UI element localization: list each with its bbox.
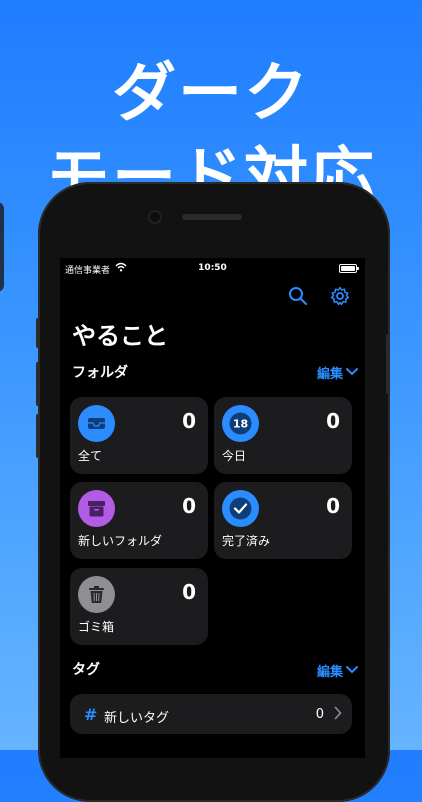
- folder-label: 全て: [78, 447, 102, 464]
- side-button: [36, 414, 40, 458]
- calendar-icon: 18: [222, 405, 259, 442]
- folder-label: 新しいフォルダ: [78, 532, 162, 549]
- status-time: 10:50: [60, 263, 365, 273]
- folder-card-completed[interactable]: 0 完了済み: [214, 482, 352, 559]
- earpiece-speaker: [182, 214, 242, 220]
- tag-row[interactable]: # 新しいタグ 0: [70, 694, 352, 734]
- folder-card-today[interactable]: 18 0 今日: [214, 397, 352, 474]
- folder-count: 0: [182, 409, 196, 433]
- page-title: やること: [72, 316, 168, 351]
- status-bar: 通信事業者 10:50: [60, 258, 365, 278]
- checkmark-icon: [222, 490, 259, 527]
- app-screen: 通信事業者 10:50 やること フォルダ 編集 0 全て: [60, 258, 365, 758]
- folder-label: 完了済み: [222, 532, 270, 549]
- folder-label: ゴミ箱: [78, 618, 114, 635]
- folders-section-label: フォルダ: [72, 362, 128, 382]
- side-button: [36, 318, 40, 348]
- folder-count: 0: [326, 409, 340, 433]
- chevron-down-icon[interactable]: [345, 665, 359, 675]
- folder-count: 0: [182, 494, 196, 518]
- device-frame-edge: [0, 202, 4, 292]
- tray-icon: [78, 405, 115, 442]
- tag-label: 新しいタグ: [104, 707, 169, 726]
- battery-icon: [339, 264, 357, 273]
- folder-card-all[interactable]: 0 全て: [70, 397, 208, 474]
- calendar-day-number: 18: [233, 418, 248, 431]
- hashtag-icon: #: [84, 705, 97, 724]
- folder-card-trash[interactable]: 0 ゴミ箱: [70, 568, 208, 645]
- headline-line1: ダーク: [0, 62, 422, 126]
- folders-edit-button[interactable]: 編集: [317, 363, 343, 382]
- gear-icon[interactable]: [330, 286, 350, 306]
- archive-box-icon: [78, 490, 115, 527]
- tag-count: 0: [316, 707, 324, 722]
- chevron-down-icon[interactable]: [345, 367, 359, 377]
- tags-section-label: タグ: [72, 659, 100, 679]
- chevron-right-icon: [334, 706, 342, 720]
- trash-icon: [78, 576, 115, 613]
- folder-count: 0: [326, 494, 340, 518]
- tags-edit-button[interactable]: 編集: [317, 661, 343, 680]
- side-button: [36, 362, 40, 406]
- folder-card-new-folder[interactable]: 0 新しいフォルダ: [70, 482, 208, 559]
- front-camera: [150, 212, 160, 222]
- search-icon[interactable]: [288, 286, 308, 306]
- side-button: [386, 334, 390, 394]
- folder-label: 今日: [222, 447, 246, 464]
- folder-count: 0: [182, 580, 196, 604]
